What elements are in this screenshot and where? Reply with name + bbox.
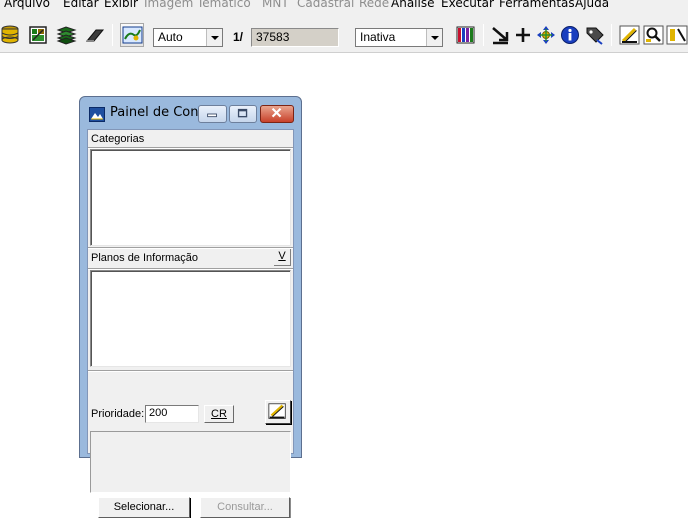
- menu-exibir[interactable]: Exibir: [104, 0, 138, 10]
- menu-bar: Arquivo Editar Exibir Imagem Temático MN…: [0, 0, 688, 17]
- chevron-down-icon[interactable]: [426, 29, 442, 46]
- cr-button[interactable]: CR: [204, 405, 234, 423]
- zoom-tool-icon[interactable]: [643, 25, 664, 45]
- menu-mnt[interactable]: MNT: [262, 0, 289, 10]
- menu-editar[interactable]: Editar: [63, 0, 99, 10]
- menu-rede[interactable]: Rede: [359, 0, 389, 10]
- panel-title: Painel de Con...: [110, 105, 211, 120]
- categories-list[interactable]: [90, 149, 291, 246]
- overflow-tool-icon[interactable]: [666, 25, 688, 45]
- state-select[interactable]: Inativa: [355, 28, 443, 47]
- maximize-icon: [237, 108, 248, 118]
- state-select-value: Inativa: [360, 30, 396, 44]
- app-window-icon: [89, 107, 105, 122]
- menu-ajuda[interactable]: Ajuda: [575, 0, 609, 10]
- planes-list[interactable]: [90, 270, 291, 367]
- map-view-button[interactable]: [120, 23, 144, 47]
- menu-tematico[interactable]: Temático: [197, 0, 251, 10]
- planes-label: Planos de Informação: [91, 252, 199, 264]
- chevron-down-icon[interactable]: [206, 29, 222, 46]
- menu-cadastral[interactable]: Cadastral: [297, 0, 354, 10]
- pencil-icon[interactable]: [619, 25, 640, 45]
- palette-grid-icon[interactable]: [455, 25, 476, 45]
- crosshair-icon[interactable]: [513, 25, 534, 45]
- menu-ferramentas[interactable]: Ferramentas: [499, 0, 575, 10]
- panel-titlebar[interactable]: Painel de Con...: [80, 97, 301, 129]
- toolbar-separator: [112, 24, 113, 46]
- info-icon[interactable]: [560, 25, 581, 45]
- zoom-mode-select[interactable]: Auto: [153, 28, 223, 47]
- scale-prefix: 1/: [233, 30, 244, 44]
- toolbar-separator: [483, 24, 484, 46]
- pan-icon[interactable]: [536, 25, 557, 45]
- zoom-mode-value: Auto: [158, 30, 183, 44]
- pencil-icon: [268, 403, 286, 419]
- info-box: [90, 431, 291, 493]
- close-button[interactable]: [260, 105, 294, 123]
- scale-input[interactable]: 37583: [251, 28, 339, 47]
- image-layer-icon[interactable]: [28, 25, 49, 45]
- categories-label: Categorias: [91, 133, 145, 145]
- control-panel-window: Painel de Con... Categorias Planos de In…: [79, 96, 302, 518]
- v-button[interactable]: V: [274, 249, 291, 266]
- divider: [88, 247, 293, 249]
- menu-analise[interactable]: Análise: [391, 0, 434, 10]
- main-toolbar: Auto 1/ 37583 Inativa: [0, 17, 688, 53]
- maximize-button[interactable]: [229, 105, 257, 123]
- arrow-down-right-icon[interactable]: [490, 25, 511, 45]
- database-icon[interactable]: [0, 25, 21, 45]
- divider: [88, 370, 293, 372]
- minimize-icon: [207, 113, 217, 118]
- tag-icon[interactable]: [584, 25, 605, 45]
- map-view-icon: [122, 26, 143, 44]
- eraser-icon[interactable]: [84, 25, 105, 45]
- panel-client-area: Categorias Planos de Informação V Priori…: [87, 129, 294, 518]
- layers-icon[interactable]: [56, 25, 77, 45]
- query-button[interactable]: Consultar...: [200, 497, 290, 518]
- menu-arquivo[interactable]: Arquivo: [4, 0, 50, 10]
- minimize-button[interactable]: [198, 105, 227, 123]
- menu-imagem[interactable]: Imagem: [144, 0, 193, 10]
- toolbar-separator: [611, 24, 612, 46]
- select-button[interactable]: Selecionar...: [98, 497, 190, 518]
- edit-pencil-button[interactable]: [265, 400, 291, 424]
- menu-executar[interactable]: Executar: [441, 0, 494, 10]
- close-icon: [271, 107, 282, 118]
- priority-label: Prioridade:: [91, 408, 145, 420]
- priority-input[interactable]: 200: [145, 405, 199, 423]
